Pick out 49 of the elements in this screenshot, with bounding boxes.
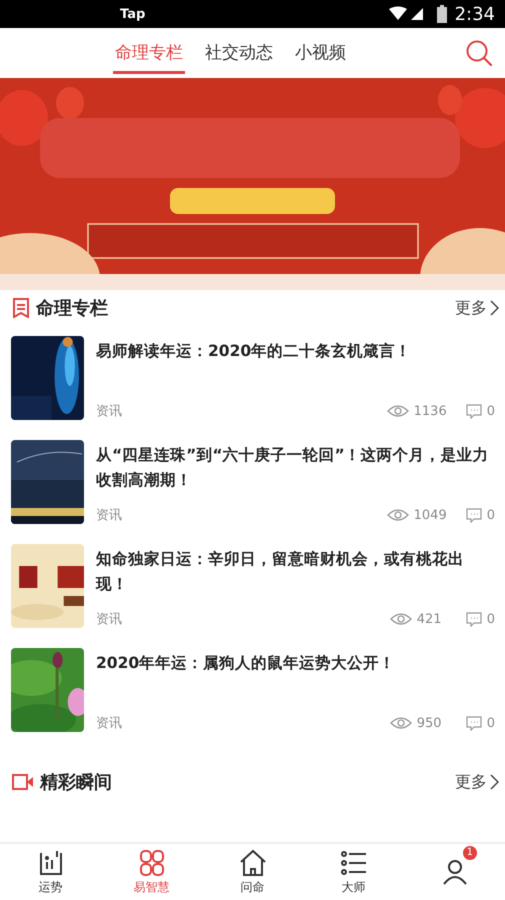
search-icon[interactable] [465, 39, 493, 67]
nav-tab[interactable]: 命理专栏 [113, 32, 185, 74]
tab-bar-item[interactable]: 1 [404, 844, 505, 900]
eye-icon [390, 612, 412, 626]
view-count: 421 [416, 612, 443, 626]
tab-bar-item[interactable]: 问命 [202, 844, 303, 900]
eye-icon [386, 508, 409, 522]
comment-icon [466, 716, 482, 730]
section-title: 精彩瞬间 [40, 771, 112, 794]
article-tag: 资讯 [96, 402, 122, 420]
house-icon [238, 848, 266, 876]
person-icon [440, 858, 468, 886]
comment-icon [466, 508, 482, 522]
nav-tab[interactable]: 小视频 [293, 32, 348, 74]
nav-tab[interactable]: 社交动态 [203, 32, 275, 74]
notification-badge: 1 [462, 846, 477, 860]
comment-count: 0 [486, 612, 495, 626]
video-camera-icon [12, 774, 34, 790]
comment-count: 0 [486, 404, 495, 418]
view-count: 950 [416, 716, 443, 730]
tab-bar-item[interactable]: 运势 [0, 844, 101, 900]
view-count: 1136 [414, 404, 447, 418]
tab-bar-item[interactable]: 易智慧 [101, 844, 202, 900]
article-title[interactable]: 易师解读年运：2020年的二十条玄机箴言！ [96, 339, 495, 364]
battery-icon [436, 5, 447, 23]
chevron-right-icon [490, 774, 499, 790]
status-text: Tap [120, 6, 146, 22]
article-title[interactable]: 知命独家日运：辛卯日，留意暗财机会，或有桃花出现！ [96, 547, 495, 597]
status-time: 2:34 [454, 4, 495, 24]
comment-icon [466, 612, 482, 626]
comment-icon [466, 404, 482, 418]
view-count: 1049 [414, 508, 447, 522]
article-title[interactable]: 2020年年运：属狗人的鼠年运势大公开！ [96, 651, 495, 676]
more-link[interactable]: 更多 [455, 772, 499, 792]
article-title[interactable]: 从“四星连珠”到“六十庚子一轮回”！这两个月，是业力收割高潮期！ [96, 443, 495, 493]
chevron-right-icon [490, 300, 499, 316]
comment-count: 0 [486, 508, 495, 522]
eye-icon [386, 404, 409, 418]
article-tag: 资讯 [96, 610, 122, 628]
eye-icon [390, 716, 412, 730]
grid-icon [138, 848, 166, 876]
bookmark-icon [12, 298, 30, 318]
tab-bar-item[interactable]: 大师 [303, 844, 404, 900]
more-link[interactable]: 更多 [455, 298, 499, 318]
list-icon [340, 848, 368, 876]
article-tag: 资讯 [96, 714, 122, 732]
section-title: 命理专栏 [36, 297, 108, 320]
comment-count: 0 [486, 716, 495, 730]
article-tag: 资讯 [96, 506, 122, 524]
